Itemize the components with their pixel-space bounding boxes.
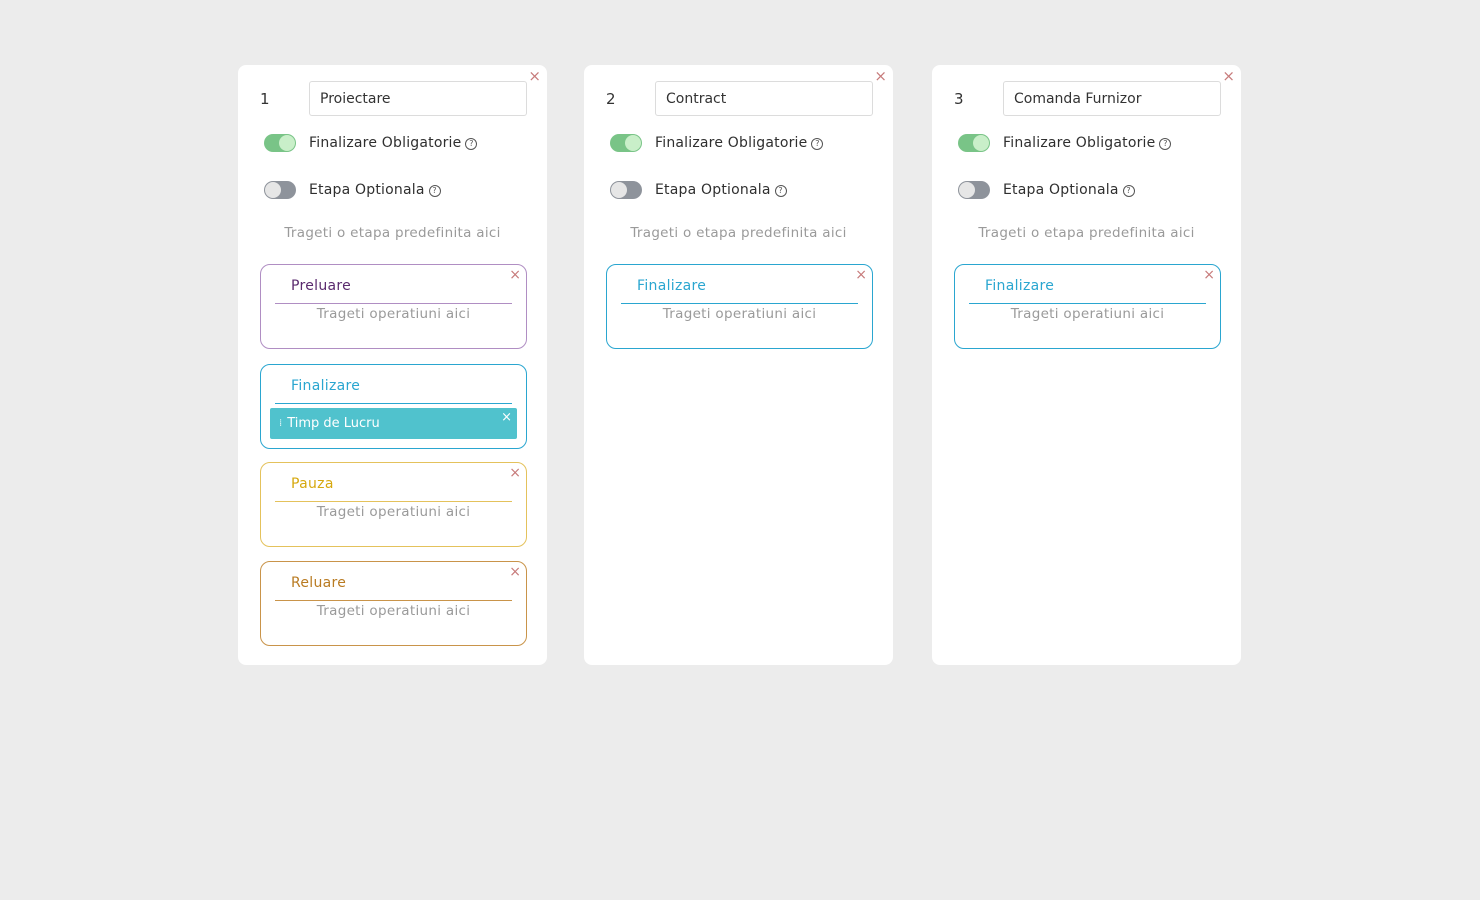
etapa-optionala-label: Etapa Optionala?	[1003, 182, 1135, 198]
finalizare-obligatorie-toggle[interactable]	[610, 134, 642, 152]
help-icon[interactable]: ?	[1159, 138, 1172, 150]
column-name-input[interactable]	[309, 81, 527, 116]
close-icon[interactable]: ×	[501, 411, 512, 424]
finalizare-obligatorie-label: Finalizare Obligatorie?	[655, 135, 824, 151]
drop-stage-hint: Trageti o etapa predefinita aici	[284, 225, 501, 241]
etapa-optionala-row: Etapa Optionala?	[610, 181, 787, 199]
help-icon[interactable]: ?	[811, 138, 824, 150]
drop-operations-hint: Trageti operatiuni aici	[316, 603, 471, 619]
finalizare-obligatorie-row: Finalizare Obligatorie?	[610, 134, 824, 152]
stage-divider	[969, 303, 1206, 304]
close-icon[interactable]: ×	[855, 268, 867, 282]
etapa-optionala-row: Etapa Optionala?	[264, 181, 441, 199]
column-name-input[interactable]	[655, 81, 873, 116]
stage-box-finalizare[interactable]: Finalizare ⁞ Timp de Lucru ×	[260, 364, 527, 449]
etapa-optionala-toggle[interactable]	[958, 181, 990, 199]
column-number: 1	[260, 90, 270, 108]
stage-box-reluare[interactable]: × Reluare Trageti operatiuni aici	[260, 561, 527, 646]
finalizare-obligatorie-toggle[interactable]	[264, 134, 296, 152]
stage-title: Reluare	[291, 575, 347, 591]
help-icon[interactable]: ?	[428, 185, 441, 197]
etapa-optionala-toggle[interactable]	[264, 181, 296, 199]
column-name-input[interactable]	[1003, 81, 1221, 116]
close-icon[interactable]: ×	[509, 268, 521, 282]
close-icon[interactable]: ×	[1203, 268, 1215, 282]
close-icon[interactable]: ×	[509, 466, 521, 480]
drop-operations-hint: Trageti operatiuni aici	[1010, 306, 1165, 322]
close-icon[interactable]: ×	[874, 69, 887, 84]
close-icon[interactable]: ×	[509, 565, 521, 579]
stage-divider	[275, 600, 512, 601]
stage-title: Finalizare	[637, 278, 707, 294]
finalizare-obligatorie-row: Finalizare Obligatorie?	[264, 134, 478, 152]
stage-box-finalizare[interactable]: × Finalizare Trageti operatiuni aici	[954, 264, 1221, 349]
stage-divider	[275, 303, 512, 304]
etapa-optionala-toggle[interactable]	[610, 181, 642, 199]
finalizare-obligatorie-label: Finalizare Obligatorie?	[1003, 135, 1172, 151]
workflow-column-2: × 2 Finalizare Obligatorie? Etapa Option…	[584, 65, 893, 665]
stage-divider	[621, 303, 858, 304]
operation-chip[interactable]: ⁞ Timp de Lucru ×	[270, 408, 517, 439]
etapa-optionala-label: Etapa Optionala?	[309, 182, 441, 198]
finalizare-obligatorie-toggle[interactable]	[958, 134, 990, 152]
drop-operations-hint: Trageti operatiuni aici	[316, 306, 471, 322]
finalizare-obligatorie-label: Finalizare Obligatorie?	[309, 135, 478, 151]
etapa-optionala-row: Etapa Optionala?	[958, 181, 1135, 199]
stage-divider	[275, 501, 512, 502]
drop-operations-hint: Trageti operatiuni aici	[662, 306, 817, 322]
close-icon[interactable]: ×	[528, 69, 541, 84]
drop-operations-hint: Trageti operatiuni aici	[316, 504, 471, 520]
workflow-columns: × 1 Finalizare Obligatorie? Etapa Option…	[238, 65, 1242, 665]
workflow-column-1: × 1 Finalizare Obligatorie? Etapa Option…	[238, 65, 547, 665]
help-icon[interactable]: ?	[774, 185, 787, 197]
drop-stage-hint: Trageti o etapa predefinita aici	[978, 225, 1195, 241]
etapa-optionala-label: Etapa Optionala?	[655, 182, 787, 198]
stage-box-finalizare[interactable]: × Finalizare Trageti operatiuni aici	[606, 264, 873, 349]
workflow-column-3: × 3 Finalizare Obligatorie? Etapa Option…	[932, 65, 1241, 665]
help-icon[interactable]: ?	[1122, 185, 1135, 197]
column-number: 2	[606, 90, 616, 108]
operation-label: Timp de Lucru	[287, 416, 380, 431]
drop-stage-hint: Trageti o etapa predefinita aici	[630, 225, 847, 241]
stage-title: Finalizare	[985, 278, 1055, 294]
stage-box-preluare[interactable]: × Preluare Trageti operatiuni aici	[260, 264, 527, 349]
help-icon[interactable]: ?	[465, 138, 478, 150]
stage-box-pauza[interactable]: × Pauza Trageti operatiuni aici	[260, 462, 527, 547]
column-number: 3	[954, 90, 964, 108]
finalizare-obligatorie-row: Finalizare Obligatorie?	[958, 134, 1172, 152]
stage-title: Finalizare	[291, 378, 361, 394]
close-icon[interactable]: ×	[1222, 69, 1235, 84]
drag-handle-icon[interactable]: ⁞	[279, 418, 282, 429]
stage-title: Pauza	[291, 476, 334, 492]
stage-title: Preluare	[291, 278, 352, 294]
stage-divider	[275, 403, 512, 404]
